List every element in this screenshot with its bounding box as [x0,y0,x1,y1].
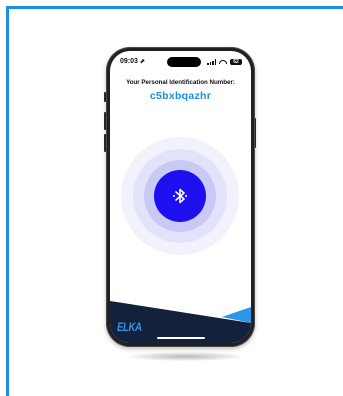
phone-shadow [128,352,242,361]
status-icons: 62 [207,58,242,66]
phone-device: 09:03 ⬈ 62 Your Personal Identification N… [106,47,255,347]
frame-left-border [6,6,9,396]
footer-banner: ELKA [110,293,251,343]
wifi-icon [219,60,227,64]
footer-shape [110,301,251,343]
bluetooth-button[interactable] [154,170,206,222]
location-icon: ⬈ [139,59,145,65]
status-time-text: 09:03 [120,58,138,65]
home-indicator [156,337,205,339]
pin-value: c5bxbqazhr [149,90,212,102]
bluetooth-icon [173,188,187,204]
frame-top-border [6,6,343,9]
status-time: 09:03 ⬈ [120,58,145,65]
signal-icon [207,59,216,65]
elka-logo: ELKA [117,320,142,334]
phone-screen: 09:03 ⬈ 62 Your Personal Identification N… [110,51,251,343]
pin-label: Your Personal Identification Number: [126,79,235,86]
dynamic-island [167,57,201,67]
battery-icon: 62 [230,59,242,65]
